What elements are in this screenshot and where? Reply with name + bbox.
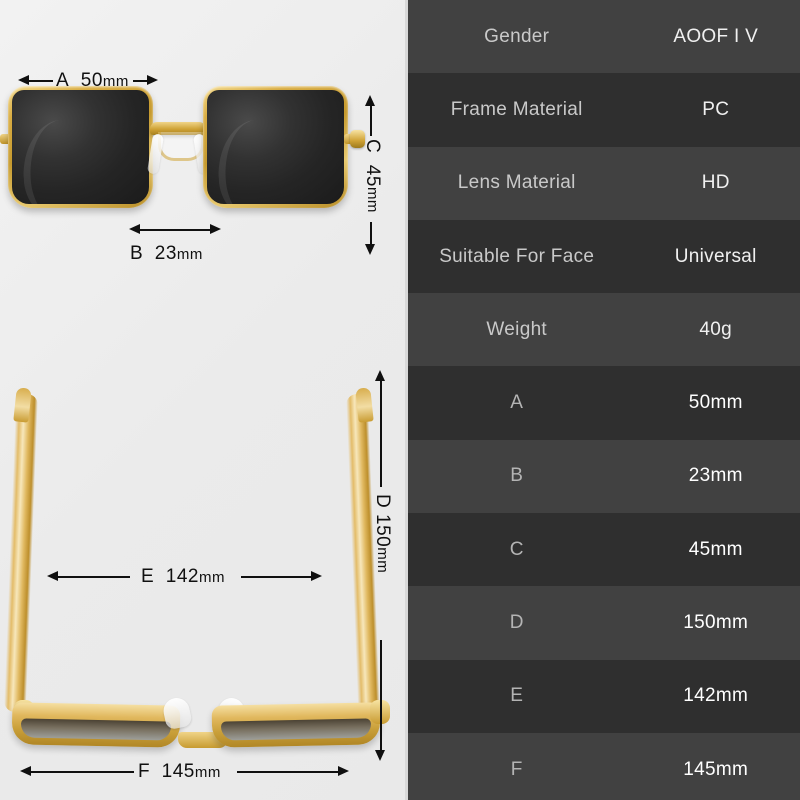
spec-key: F (510, 758, 523, 780)
spec-value: PC (702, 98, 730, 120)
dimension-e-line-right (241, 575, 311, 578)
dimension-b-unit: mm (176, 246, 203, 263)
spec-row: E 142mm (408, 659, 800, 733)
dimension-d-arrow-up-icon (375, 370, 385, 381)
dimension-d-value: 150 (372, 514, 393, 548)
dimension-e-arrow-left-icon (47, 571, 58, 581)
temple-tip-right (355, 387, 374, 423)
dimension-a-arrow-left-icon (18, 75, 29, 85)
folded-lens-left (11, 702, 181, 748)
product-illustration-panel: A 50mm B 23mm C 45mm D 150mm E 142mm F 1… (0, 0, 405, 800)
spec-row: D 150mm (408, 586, 800, 660)
dimension-c-arrow-down-icon (365, 244, 375, 255)
spec-value: 40g (699, 318, 733, 340)
dimension-a-letter: A (56, 70, 70, 91)
dimension-c-letter: C (362, 139, 383, 154)
dimension-c-value: 45 (362, 164, 383, 187)
dimension-f-label: F 145mm (138, 761, 221, 783)
dimension-f-line-right (237, 770, 338, 773)
spec-row: Frame Material PC (408, 73, 800, 147)
spec-value: 23mm (688, 465, 743, 487)
spec-value: 150mm (683, 612, 749, 634)
spec-value: 50mm (688, 392, 743, 414)
dimension-a-line-right (133, 79, 147, 82)
dimension-d-line-top (379, 381, 382, 487)
spec-key: Lens Material (457, 172, 576, 194)
dimension-f-value: 145 (161, 761, 195, 782)
dimension-d-unit: mm (374, 547, 391, 574)
dimension-f-arrow-right-icon (338, 766, 349, 776)
folded-frame-front (11, 695, 392, 756)
spec-row: F 145mm (408, 732, 800, 800)
dimension-e-arrow-right-icon (311, 571, 322, 581)
spec-value: Universal (674, 245, 757, 267)
dimension-b-arrow-left-icon (129, 224, 140, 234)
folded-lens-right (211, 702, 381, 748)
dimension-b-arrow-right-icon (210, 224, 221, 234)
spec-row: Lens Material HD (408, 146, 800, 220)
dimension-b-label: B 23mm (130, 243, 203, 265)
dimension-d-letter: D (372, 494, 393, 509)
dimension-e-value: 142 (165, 566, 199, 587)
lens-right-glass (207, 90, 344, 204)
dimension-c-arrow-up-icon (365, 95, 375, 106)
spec-row: Gender AOOF I V (408, 0, 800, 74)
dimension-c-label: C 45mm (361, 139, 383, 213)
dimension-e-unit: mm (198, 569, 225, 586)
dimension-b-letter: B (130, 243, 144, 264)
dimension-f-unit: mm (194, 764, 221, 781)
dimension-b-line (140, 228, 210, 231)
spec-row: C 45mm (408, 513, 800, 587)
spec-key: C (509, 538, 524, 560)
dimension-b-value: 23 (154, 243, 177, 264)
spec-row: Suitable For Face Universal (408, 219, 800, 294)
lens-right (203, 86, 348, 208)
spec-key: B (510, 465, 524, 487)
spec-value: 142mm (683, 685, 749, 707)
spec-key: Weight (486, 318, 548, 340)
dimension-f-line-left (31, 770, 134, 773)
spec-value: 45mm (688, 538, 743, 560)
temple-arm-left (3, 394, 39, 712)
dimension-a-arrow-right-icon (147, 75, 158, 85)
spec-row: A 50mm (408, 366, 800, 440)
spec-key: Suitable For Face (439, 245, 595, 267)
spec-row: B 23mm (408, 439, 800, 514)
spec-key: D (509, 612, 524, 634)
spec-key: E (510, 685, 524, 707)
spec-value: AOOF I V (673, 25, 759, 47)
dimension-a-unit: mm (102, 73, 129, 90)
lens-left (8, 86, 153, 208)
dimension-c-unit: mm (364, 186, 381, 213)
dimension-e-label: E 142mm (141, 566, 225, 588)
dimension-f-letter: F (138, 761, 151, 782)
dimension-d-line-bottom (379, 640, 382, 750)
dimension-a-value: 50 (80, 70, 103, 91)
spec-key: Frame Material (450, 98, 583, 120)
dimension-e-line-left (58, 575, 130, 578)
sunglasses-front-view (0, 86, 405, 226)
dimension-d-label: D 150mm (371, 494, 393, 573)
dimension-f-arrow-left-icon (20, 766, 31, 776)
dimension-c-line-bottom (369, 222, 372, 244)
spec-row: Weight 40g (408, 293, 800, 367)
dimension-d-arrow-down-icon (375, 750, 385, 761)
spec-value: 145mm (683, 758, 749, 780)
dimension-e-letter: E (141, 566, 155, 587)
specification-table: Gender AOOF I V Frame Material PC Lens Mater… (405, 0, 800, 800)
spec-value: HD (701, 172, 730, 194)
dimension-c-line-top (369, 106, 372, 136)
lens-left-glass (12, 90, 149, 204)
spec-key: A (510, 392, 524, 414)
dimension-a-label: A 50mm (56, 70, 129, 92)
product-spec-image: A 50mm B 23mm C 45mm D 150mm E 142mm F 1… (0, 0, 800, 800)
dimension-a-line-left (29, 79, 53, 82)
spec-key: Gender (484, 25, 550, 47)
